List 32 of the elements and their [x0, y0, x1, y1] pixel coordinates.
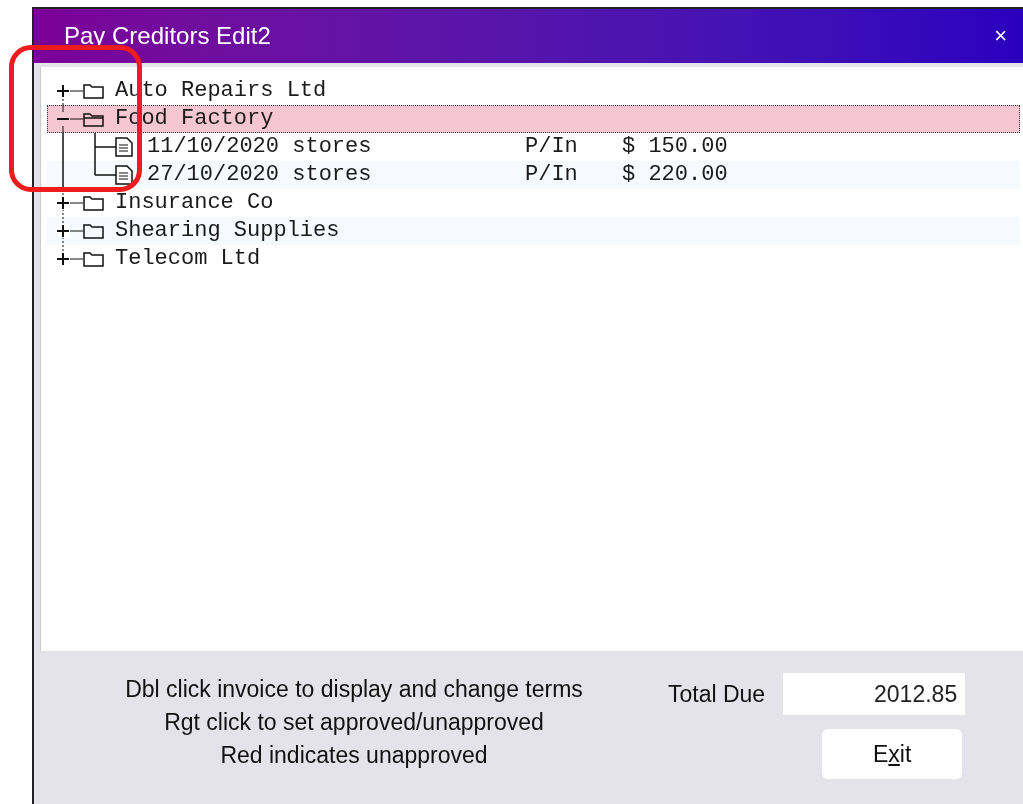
close-button[interactable]: × [994, 25, 1007, 47]
tree-item[interactable]: 11/10/2020 stores P/In $ 150.00 [47, 133, 1020, 161]
tree-label: Insurance Co [115, 192, 274, 214]
tree-item[interactable]: Shearing Supplies [47, 217, 1020, 245]
tree-item[interactable]: 27/10/2020 stores P/In $ 220.00 [47, 161, 1020, 189]
help-text: Dbl click invoice to display and change terms [125, 675, 583, 704]
invoice-description: 27/10/2020 stores [147, 164, 373, 186]
expand-icon[interactable] [56, 224, 70, 238]
invoice-amount: $ 220.00 [622, 164, 728, 186]
tree-item[interactable]: Telecom Ltd [47, 245, 1020, 273]
total-due-label: Total Due [668, 679, 766, 709]
tree-label: Telecom Ltd [115, 248, 261, 270]
invoice-description: 11/10/2020 stores [147, 136, 373, 158]
document-icon [115, 137, 133, 157]
folder-icon [84, 225, 103, 238]
help-text: Red indicates unapproved [220, 741, 488, 770]
folder-icon [84, 253, 103, 266]
total-due-field[interactable]: 2012.85 [783, 673, 966, 715]
invoice-amount: $ 150.00 [622, 136, 728, 158]
document-icon [115, 165, 133, 185]
help-text: Rgt click to set approved/unapproved [164, 708, 544, 737]
expand-icon[interactable] [56, 84, 70, 98]
invoice-type: P/In [525, 136, 579, 158]
expand-icon[interactable] [56, 252, 70, 266]
window-title: Pay Creditors Edit2 [64, 21, 271, 51]
exit-button[interactable]: Exit [822, 729, 963, 779]
folder-icon [84, 197, 103, 210]
invoice-type: P/In [525, 164, 579, 186]
tree-label: Shearing Supplies [115, 220, 340, 242]
folder-icon [84, 85, 103, 98]
tree-item[interactable]: Insurance Co [47, 189, 1020, 217]
open-folder-icon [84, 114, 103, 126]
